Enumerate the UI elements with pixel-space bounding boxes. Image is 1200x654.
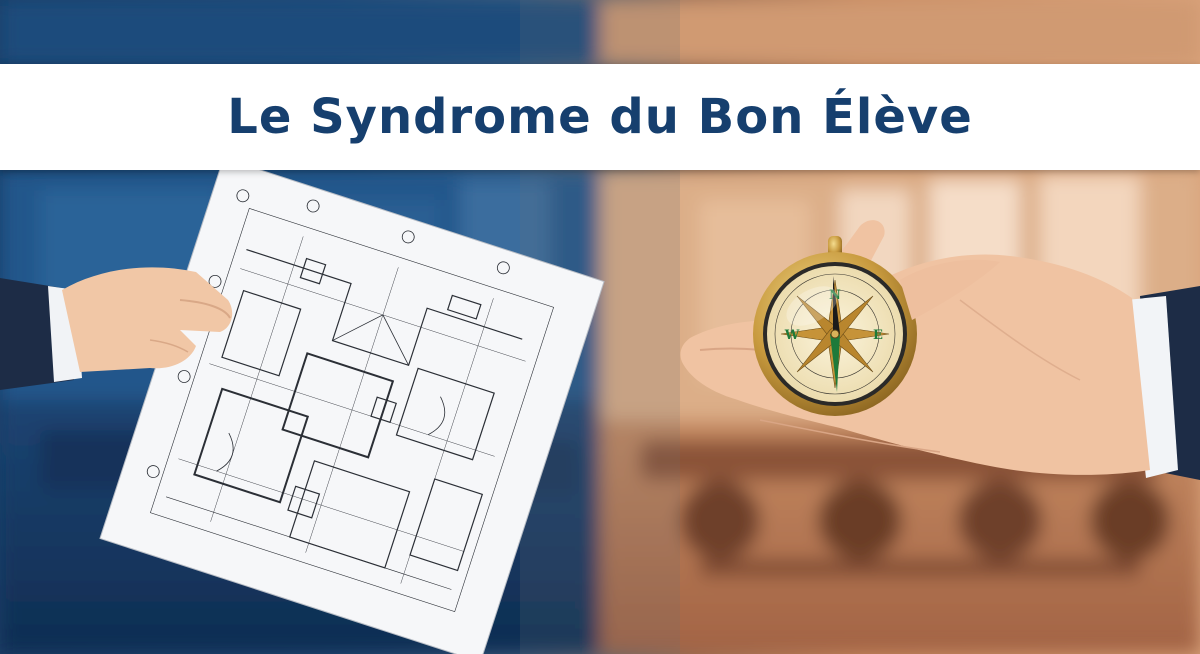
page-title: Le Syndrome du Bon Élève xyxy=(227,89,973,145)
compass-letter-east: E xyxy=(873,328,883,343)
title-banner: Le Syndrome du Bon Élève xyxy=(0,64,1200,170)
compass-letter-west: W xyxy=(784,328,800,343)
hero-image: N E W Le Syndrome du Bon Élève xyxy=(0,0,1200,654)
